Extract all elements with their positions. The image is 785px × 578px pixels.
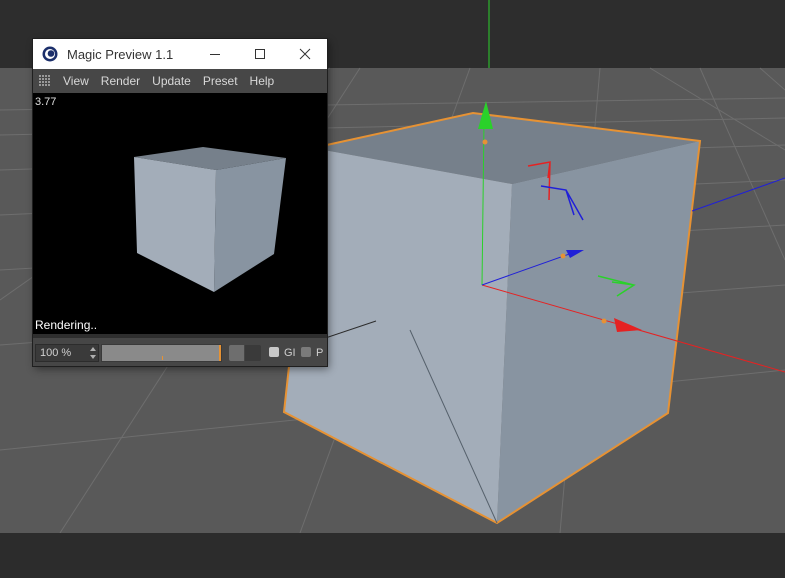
- minimize-button[interactable]: [192, 39, 237, 69]
- menu-help[interactable]: Help: [246, 74, 283, 88]
- render-status-text: Rendering..: [35, 318, 98, 332]
- render-progress-bar: [101, 344, 222, 362]
- stepper-arrows-icon[interactable]: [90, 346, 96, 360]
- z-axis-handle[interactable]: [560, 253, 566, 259]
- magic-preview-window[interactable]: Magic Preview 1.1 View Render Update Pre…: [33, 39, 327, 366]
- render-mode-option-2[interactable]: [245, 345, 261, 361]
- window-controls: [192, 39, 327, 69]
- x-axis-handle[interactable]: [601, 318, 607, 324]
- menu-grip-icon[interactable]: [39, 75, 51, 87]
- p-checkbox[interactable]: [301, 347, 311, 357]
- zoom-field[interactable]: 100 %: [35, 344, 99, 362]
- gi-checkbox[interactable]: [269, 347, 279, 357]
- p-label: P: [316, 347, 324, 359]
- fps-readout: 3.77: [35, 96, 57, 108]
- maximize-icon: [254, 49, 265, 59]
- menu-update[interactable]: Update: [148, 74, 199, 88]
- progress-marker: [162, 356, 163, 360]
- close-button[interactable]: [282, 39, 327, 69]
- preview-bottombar: 100 % GI P: [33, 338, 327, 366]
- close-icon: [299, 48, 310, 60]
- progress-end-marker: [219, 345, 221, 361]
- window-title: Magic Preview 1.1: [67, 46, 174, 62]
- zoom-value: 100 %: [40, 347, 72, 359]
- y-axis-handle[interactable]: [482, 139, 488, 145]
- gi-label: GI: [284, 347, 296, 359]
- minimize-icon: [209, 54, 220, 55]
- cinema4d-logo-icon: [42, 46, 58, 62]
- preview-menubar: View Render Update Preset Help: [33, 69, 327, 93]
- render-mode-option-1[interactable]: [229, 345, 244, 361]
- preview-render-area[interactable]: 3.77 Rendering..: [33, 93, 327, 334]
- menu-preset[interactable]: Preset: [199, 74, 246, 88]
- viewport-bottom-strip: [0, 533, 785, 578]
- render-mode-toggle[interactable]: [229, 345, 261, 361]
- menu-render[interactable]: Render: [97, 74, 148, 88]
- preview-cube-render: [134, 147, 286, 292]
- window-titlebar[interactable]: Magic Preview 1.1: [33, 39, 327, 69]
- menu-view[interactable]: View: [59, 74, 97, 88]
- maximize-button[interactable]: [237, 39, 282, 69]
